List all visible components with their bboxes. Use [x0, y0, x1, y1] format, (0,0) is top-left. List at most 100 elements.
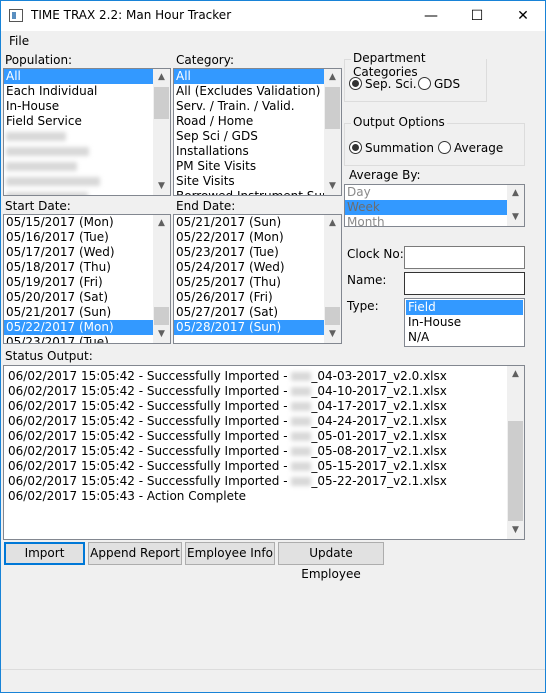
scroll-up-icon[interactable]: ▲ [324, 69, 341, 86]
list-item[interactable]: In-House [406, 315, 523, 330]
list-item[interactable]: Field [406, 300, 523, 315]
list-item[interactable]: Day [345, 185, 507, 200]
list-item[interactable]: 05/24/2017 (Wed) [174, 260, 324, 275]
category-list[interactable]: All All (Excludes Validation) Serv. / Trai… [173, 68, 342, 196]
append-report-button[interactable]: Append Report [88, 542, 182, 565]
list-item[interactable]: Week [345, 200, 507, 215]
status-output-box[interactable]: 06/02/2017 15:05:42 - Successfully Impor… [3, 365, 525, 540]
radio-unchecked-icon [418, 77, 431, 90]
list-item[interactable]: 05/27/2017 (Sat) [174, 305, 324, 320]
list-item[interactable]: Site Visits [174, 174, 324, 189]
clock-no-input[interactable] [404, 246, 525, 269]
status-line: 06/02/2017 15:05:42 - Successfully Impor… [4, 369, 524, 384]
status-text: 06/02/2017 15:05:42 - Successfully Impor… [8, 474, 292, 488]
list-item[interactable]: Each Individual [4, 84, 153, 99]
list-item[interactable]: 05/17/2017 (Wed) [4, 245, 153, 260]
list-item[interactable]: All [174, 69, 324, 84]
update-employee-button[interactable]: Update Employee [278, 542, 384, 581]
scroll-down-icon[interactable]: ▼ [153, 326, 170, 343]
list-item[interactable]: 05/20/2017 (Sat) [4, 290, 153, 305]
file-name: _05-15-2017_v2.1.xlsx [311, 459, 447, 473]
list-item[interactable]: Borrowed Instrument Support [174, 189, 341, 195]
list-item[interactable]: Serv. / Train. / Valid. [174, 99, 324, 114]
population-label: Population: [5, 53, 73, 67]
scrollbar[interactable]: ▲ ▼ [324, 215, 341, 343]
status-line: 06/02/2017 15:05:43 - Action Complete [4, 489, 524, 504]
close-button[interactable]: ✕ [500, 1, 546, 31]
list-item-redacted[interactable] [4, 159, 170, 174]
scroll-up-icon[interactable]: ▲ [153, 69, 170, 86]
scroll-up-icon[interactable]: ▲ [153, 215, 170, 232]
status-output-label: Status Output: [5, 349, 93, 363]
menu-file[interactable]: File [9, 34, 29, 48]
list-item[interactable]: In-House [4, 99, 153, 114]
list-item[interactable]: 05/23/2017 (Tue) [174, 245, 324, 260]
clock-no-label: Clock No: [347, 247, 404, 261]
scroll-up-icon[interactable]: ▲ [507, 185, 524, 202]
list-item-redacted[interactable] [4, 129, 170, 144]
employee-info-button[interactable]: Employee Info [185, 542, 275, 565]
end-date-list[interactable]: 05/21/2017 (Sun) 05/22/2017 (Mon) 05/23/20… [173, 214, 342, 344]
list-item[interactable]: 05/22/2017 (Mon) [174, 230, 324, 245]
radio-gds[interactable]: GDS [418, 77, 460, 91]
list-item[interactable]: PM Site Visits [174, 159, 324, 174]
status-text: 06/02/2017 15:05:42 - Successfully Impor… [8, 399, 292, 413]
radio-sep-sci[interactable]: Sep. Sci. [349, 77, 417, 91]
status-bar [1, 669, 545, 670]
scrollbar[interactable]: ▲ ▼ [153, 69, 170, 195]
department-categories-group: Department Categories Sep. Sci. GDS [344, 51, 487, 102]
file-name: _04-03-2017_v2.0.xlsx [311, 369, 447, 383]
list-item[interactable]: 05/26/2017 (Fri) [174, 290, 324, 305]
list-item-redacted[interactable] [4, 174, 170, 189]
list-item[interactable]: 05/21/2017 (Sun) [174, 215, 324, 230]
scrollbar[interactable]: ▲ ▼ [324, 69, 341, 195]
name-input[interactable] [404, 272, 525, 295]
type-list[interactable]: Field In-House N/A [404, 298, 525, 347]
scroll-down-icon[interactable]: ▼ [153, 178, 170, 195]
minimize-button[interactable]: — [408, 1, 454, 31]
list-item[interactable]: Month [345, 215, 507, 226]
list-item[interactable]: Road / Home [174, 114, 324, 129]
import-button[interactable]: Import [4, 542, 85, 565]
list-item[interactable]: Field Service [4, 114, 153, 129]
list-item-redacted[interactable] [4, 144, 170, 159]
scroll-thumb[interactable] [508, 421, 523, 521]
scroll-thumb[interactable] [154, 87, 169, 119]
start-date-list[interactable]: 05/15/2017 (Mon) 05/16/2017 (Tue) 05/17/20… [3, 214, 171, 344]
scroll-thumb[interactable] [154, 307, 169, 325]
scroll-thumb[interactable] [325, 307, 340, 325]
name-label: Name: [347, 273, 387, 287]
list-item[interactable]: All [4, 69, 153, 84]
list-item[interactable]: 05/15/2017 (Mon) [4, 215, 153, 230]
list-item-redacted[interactable] [4, 189, 170, 195]
radio-average[interactable]: Average [438, 141, 503, 155]
list-item[interactable]: Installations [174, 144, 324, 159]
scroll-down-icon[interactable]: ▼ [507, 209, 524, 226]
list-item[interactable]: All (Excludes Validation) [174, 84, 324, 99]
file-name: _04-10-2017_v2.1.xlsx [311, 384, 447, 398]
list-item[interactable]: 05/25/2017 (Thu) [174, 275, 324, 290]
list-item[interactable]: 05/22/2017 (Mon) [4, 320, 153, 335]
scroll-down-icon[interactable]: ▼ [324, 326, 341, 343]
scroll-thumb[interactable] [325, 87, 340, 129]
list-item[interactable]: 05/16/2017 (Tue) [4, 230, 153, 245]
scroll-down-icon[interactable]: ▼ [324, 178, 341, 195]
list-item[interactable]: 05/28/2017 (Sun) [174, 320, 324, 335]
list-item[interactable]: 05/21/2017 (Sun) [4, 305, 153, 320]
scroll-down-icon[interactable]: ▼ [507, 522, 524, 539]
population-list[interactable]: All Each Individual In-House Field Service ▲… [3, 68, 171, 196]
scrollbar[interactable]: ▲ ▼ [153, 215, 170, 343]
scrollbar[interactable]: ▲ ▼ [507, 366, 524, 539]
scrollbar[interactable]: ▲ ▼ [507, 185, 524, 226]
list-item[interactable]: 05/18/2017 (Thu) [4, 260, 153, 275]
average-by-list[interactable]: Day Week Month ▲ ▼ [344, 184, 525, 227]
list-item[interactable]: N/A [406, 330, 523, 345]
list-item[interactable]: 05/23/2017 (Tue) [4, 335, 153, 343]
maximize-button[interactable]: ☐ [454, 1, 500, 31]
status-line: 06/02/2017 15:05:42 - Successfully Impor… [4, 384, 524, 399]
list-item[interactable]: 05/19/2017 (Fri) [4, 275, 153, 290]
list-item[interactable]: Sep Sci / GDS [174, 129, 324, 144]
scroll-up-icon[interactable]: ▲ [324, 215, 341, 232]
radio-summation[interactable]: Summation [349, 141, 434, 155]
scroll-up-icon[interactable]: ▲ [507, 366, 524, 383]
